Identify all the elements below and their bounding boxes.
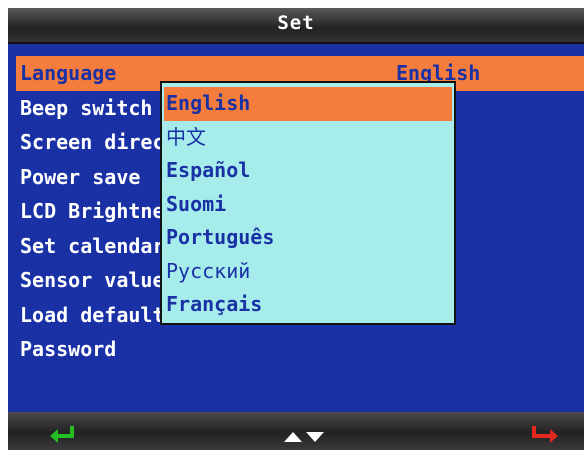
menu-item-label: Password [20,337,117,361]
enter-icon[interactable] [48,424,78,446]
language-option-chinese[interactable]: 中文 [162,121,454,155]
menu-item-label: Beep switch [20,95,153,120]
language-option-finnish[interactable]: Suomi [162,188,454,222]
language-option-french[interactable]: Français [162,288,454,322]
menu-item-label: Language [20,61,117,85]
menu-item-label: Sensor value [20,268,165,292]
language-option-russian[interactable]: Русский [162,255,454,289]
page-title: Set [277,12,315,34]
menu-item-label: Power save [20,164,141,189]
language-option-english[interactable]: English [164,87,452,121]
menu-item-password[interactable]: Password [8,332,584,367]
language-option-portuguese[interactable]: Português [162,221,454,255]
menu-item-label: Set calendar [20,233,165,258]
up-down-icon[interactable] [282,424,326,446]
language-option-spanish[interactable]: Español [162,154,454,188]
back-icon[interactable] [530,424,560,446]
title-bar: Set [8,8,584,44]
footer-bar [8,412,584,450]
device-screen: Set Language English Beep switch Screen … [8,8,584,450]
menu-item-label: Load default [20,302,165,327]
language-dropdown[interactable]: English 中文 Español Suomi Português Русск… [160,81,456,325]
